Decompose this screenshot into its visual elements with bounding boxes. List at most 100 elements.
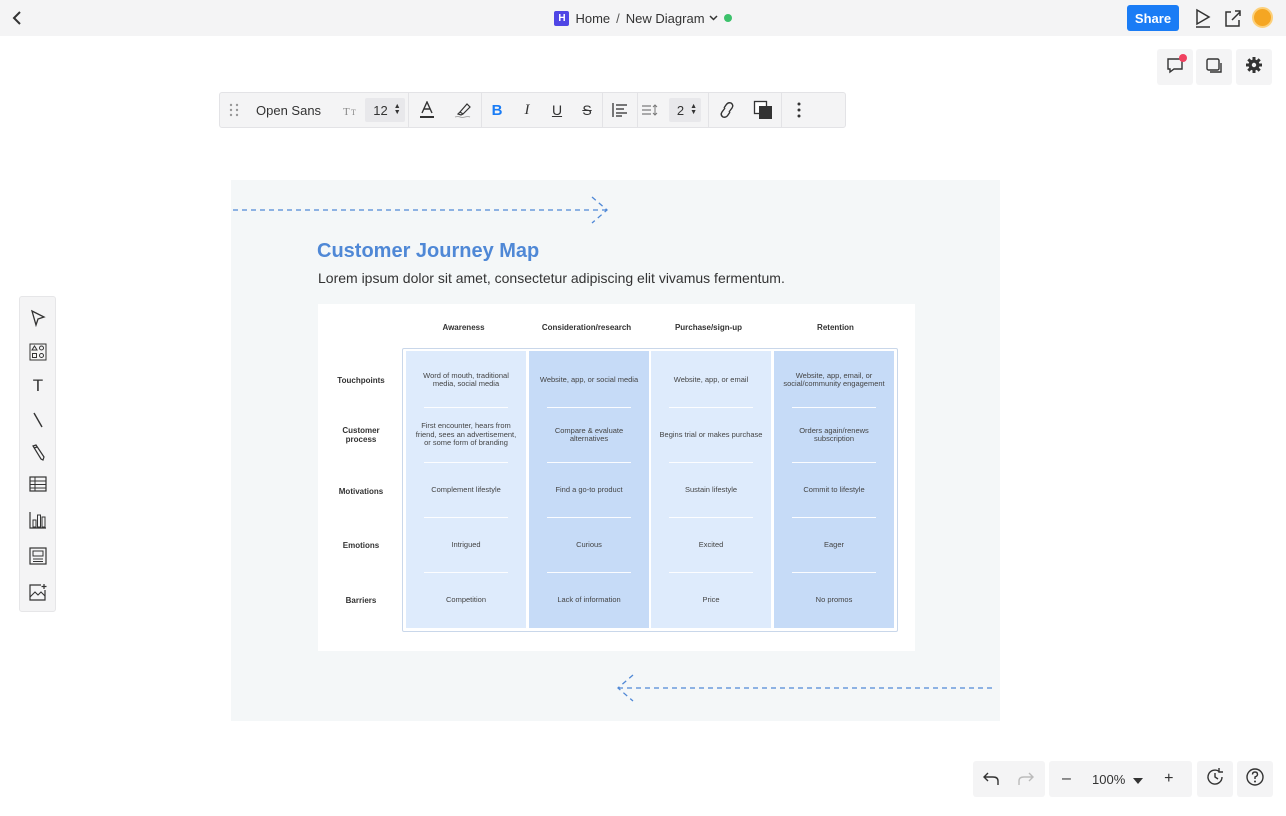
journey-cell[interactable]: Word of mouth, traditional media, social… (406, 358, 526, 402)
row-header-emotions: Emotions (342, 541, 380, 550)
column-header-awareness: Awareness (442, 323, 485, 332)
journey-column: Website, app, or social media Compare & e… (529, 351, 649, 628)
present-play-icon[interactable] (1192, 7, 1214, 29)
caret-down-icon (1133, 772, 1144, 787)
journey-column: Word of mouth, traditional media, social… (406, 351, 526, 628)
app-logo-icon: H (554, 10, 570, 26)
container-tool-icon[interactable] (27, 545, 49, 567)
breadcrumb: H Home / New Diagram (0, 0, 1286, 36)
zoom-in-button[interactable]: + (1151, 761, 1186, 797)
journey-cell[interactable]: Excited (651, 523, 771, 567)
map-subtitle[interactable]: Lorem ipsum dolor sit amet, consectetur … (318, 270, 785, 286)
pages-button[interactable] (1196, 49, 1232, 85)
settings-button[interactable] (1236, 49, 1272, 85)
chevron-down-icon[interactable] (709, 13, 718, 24)
undo-icon[interactable] (973, 761, 1008, 797)
version-history-button[interactable] (1197, 761, 1233, 797)
highlight-color-icon[interactable] (445, 93, 481, 127)
link-icon[interactable] (709, 93, 745, 127)
map-title[interactable]: Customer Journey Map (317, 240, 539, 263)
journey-cell[interactable]: Website, app, or social media (529, 358, 649, 402)
align-left-icon[interactable] (603, 93, 637, 127)
journey-cell[interactable]: Website, app, email, or social/community… (774, 358, 894, 402)
underline-icon[interactable]: U (542, 93, 572, 127)
cell-divider (669, 572, 753, 573)
journey-cell[interactable]: Find a go-to product (529, 468, 649, 512)
font-size-value: 12 (373, 102, 388, 118)
cell-divider (792, 572, 876, 573)
journey-column: Website, app, email, or social/community… (774, 351, 894, 628)
font-family-select[interactable]: Open Sans (248, 93, 340, 127)
cell-divider (547, 517, 631, 518)
left-toolbar: T (19, 296, 56, 612)
history-controls (973, 761, 1045, 797)
cell-divider (792, 462, 876, 463)
journey-cell[interactable]: Complement lifestyle (406, 468, 526, 512)
journey-cell[interactable]: Compare & evaluate alternatives (529, 413, 649, 457)
line-spacing-value: 2 (676, 102, 685, 118)
breadcrumb-home[interactable]: Home (575, 11, 610, 26)
share-button[interactable]: Share (1127, 5, 1179, 31)
chart-tool-icon[interactable] (27, 509, 49, 531)
redo-icon[interactable] (1008, 761, 1043, 797)
italic-icon[interactable]: I (512, 93, 542, 127)
line-spacing-stepper[interactable]: 2 ▲ ▼ (662, 93, 708, 127)
strikethrough-icon[interactable]: S (572, 93, 602, 127)
saved-status-icon (723, 14, 732, 22)
journey-cell[interactable]: Commit to lifestyle (774, 468, 894, 512)
back-chevron-icon[interactable] (8, 8, 28, 28)
column-header-purchase: Purchase/sign-up (674, 323, 743, 332)
cell-divider (669, 517, 753, 518)
text-tool-icon[interactable]: T (27, 375, 49, 397)
table-tool-icon[interactable] (27, 473, 49, 495)
row-header-barriers: Barriers (345, 596, 377, 605)
journey-cell[interactable]: Website, app, or email (651, 358, 771, 402)
shapes-icon[interactable] (27, 341, 49, 363)
help-button[interactable] (1237, 761, 1273, 797)
bold-icon[interactable]: B (482, 93, 512, 127)
journey-cell[interactable]: First encounter, hears from friend, sees… (406, 413, 526, 457)
font-size-stepper[interactable]: 12 ▲ ▼ (362, 93, 408, 127)
dashed-arrow-right (233, 196, 608, 224)
row-header-touchpoints: Touchpoints (337, 376, 385, 385)
text-color-icon[interactable] (409, 93, 445, 127)
journey-cell[interactable]: Lack of information (529, 578, 649, 622)
row-header-motivations: Motivations (338, 487, 384, 496)
journey-cell[interactable]: Competition (406, 578, 526, 622)
journey-cell[interactable]: Eager (774, 523, 894, 567)
cell-divider (424, 517, 508, 518)
line-spacing-icon (638, 93, 662, 127)
zoom-out-button[interactable]: – (1049, 761, 1084, 797)
stepper-arrows-icon[interactable]: ▲ ▼ (394, 103, 401, 116)
pen-tool-icon[interactable] (27, 441, 49, 463)
cell-divider (792, 517, 876, 518)
row-header-customer-process: Customer process (342, 426, 380, 444)
cell-divider (424, 462, 508, 463)
more-options-icon[interactable] (782, 93, 816, 127)
export-icon[interactable] (1222, 7, 1244, 29)
drag-handle-icon[interactable] (220, 93, 248, 127)
stepper-arrows-icon[interactable]: ▲ ▼ (690, 103, 697, 116)
journey-cell[interactable]: Price (651, 578, 771, 622)
journey-cell[interactable]: Begins trial or makes purchase (651, 413, 771, 457)
zoom-level-select[interactable]: 100% (1084, 761, 1151, 797)
document-title[interactable]: New Diagram (626, 11, 705, 26)
journey-cell[interactable]: No promos (774, 578, 894, 622)
image-tool-icon[interactable] (27, 581, 49, 603)
dashed-arrow-left (617, 674, 994, 702)
font-size-icon: TT (340, 93, 362, 127)
journey-cell[interactable]: Sustain lifestyle (651, 468, 771, 512)
journey-cell[interactable]: Orders again/renews subscription (774, 413, 894, 457)
help-question-icon (1245, 767, 1265, 792)
cell-divider (669, 407, 753, 408)
line-tool-icon[interactable] (27, 409, 49, 431)
avatar[interactable] (1252, 7, 1273, 28)
cell-divider (547, 572, 631, 573)
journey-cell[interactable]: Intrigued (406, 523, 526, 567)
history-clock-icon (1205, 767, 1225, 792)
journey-cell[interactable]: Curious (529, 523, 649, 567)
fill-color-icon[interactable] (745, 93, 781, 127)
zoom-controls: – 100% + (1049, 761, 1192, 797)
comments-button[interactable] (1157, 49, 1193, 85)
select-cursor-icon[interactable] (27, 307, 49, 329)
